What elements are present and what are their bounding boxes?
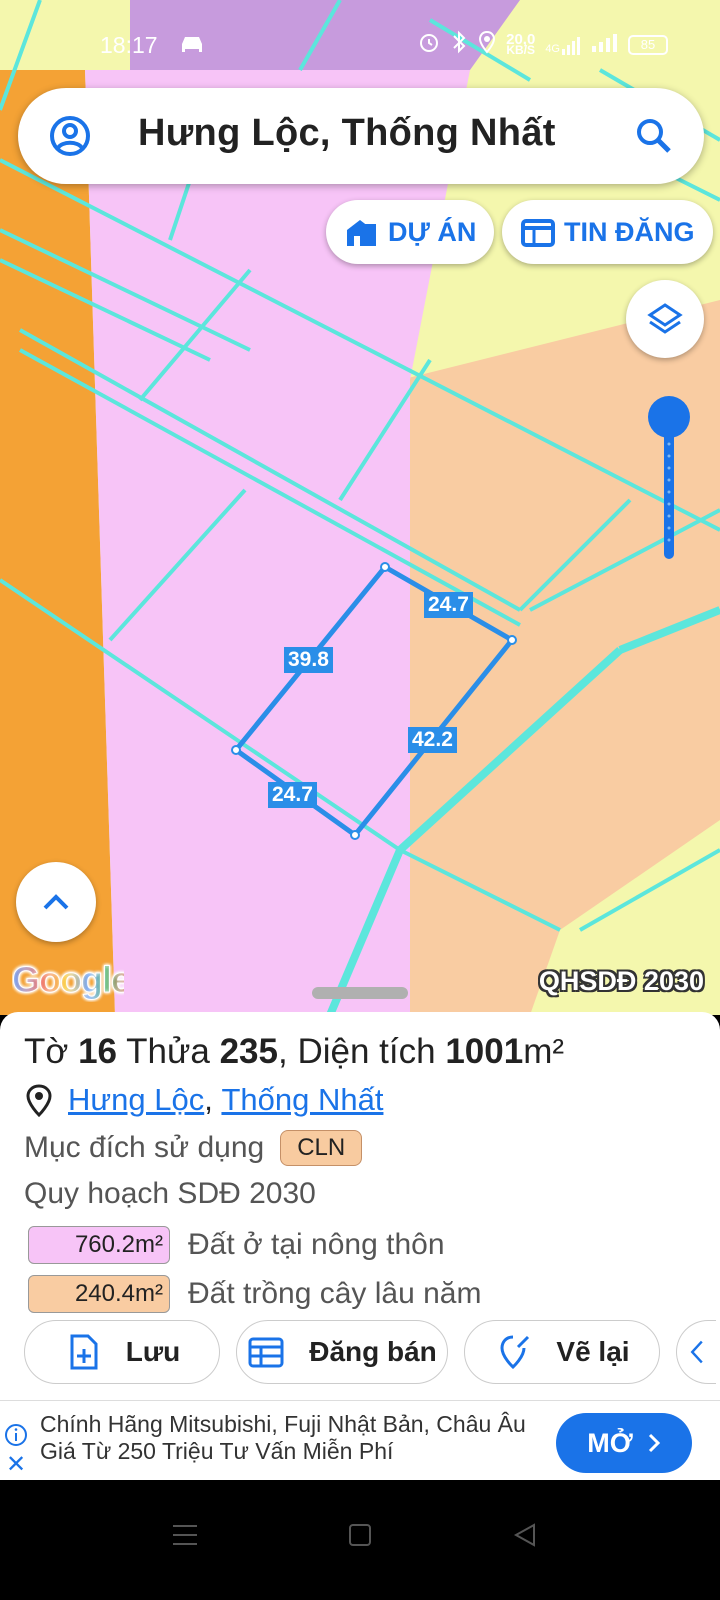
save-label: Lưu — [125, 1336, 181, 1367]
listing-chip-label: TIN ĐĂNG — [564, 216, 695, 247]
redraw-label: Vẽ lại — [556, 1336, 630, 1367]
save-button[interactable]: Lưu — [24, 1320, 220, 1384]
project-chip-label: DỰ ÁN — [388, 216, 477, 247]
lot-number: 235 — [219, 1032, 278, 1071]
zone-area: 240.4m² — [28, 1275, 170, 1313]
listing-chip[interactable]: TIN ĐĂNG — [502, 200, 713, 264]
back-icon[interactable] — [512, 1522, 538, 1548]
segment-label: 42.2 — [408, 727, 457, 753]
chevron-left-icon — [690, 1340, 703, 1364]
plan-label: Quy hoạch SDĐ 2030 — [24, 1177, 316, 1210]
sell-label: Đăng bán — [309, 1336, 437, 1367]
home-icon[interactable] — [348, 1522, 372, 1548]
alarm-icon — [418, 31, 440, 59]
zone-area: 760.2m² — [28, 1226, 170, 1264]
area-label: Diện tích — [297, 1032, 436, 1071]
chevron-up-icon — [43, 894, 69, 910]
bluetooth-icon — [450, 30, 468, 60]
listing-icon — [521, 219, 555, 247]
opacity-slider-thumb[interactable] — [648, 396, 690, 438]
chevron-right-icon — [648, 1433, 660, 1453]
listing-icon — [248, 1337, 284, 1368]
purpose-row: Mục đích sử dụng CLN — [24, 1130, 363, 1166]
user-icon[interactable] — [46, 112, 94, 160]
zone-row: 240.4m² Đất trồng cây lâu năm — [28, 1275, 481, 1313]
zone-row: 760.2m² Đất ở tại nông thôn — [28, 1226, 445, 1264]
ad-open-button[interactable]: MỞ — [556, 1413, 692, 1473]
sheet-number: 16 — [78, 1032, 118, 1071]
redraw-button[interactable]: Vẽ lại — [464, 1320, 660, 1384]
expand-button[interactable] — [16, 862, 96, 942]
segment-label: 24.7 — [268, 782, 317, 808]
map-pin-icon — [26, 1084, 52, 1117]
sheet-drag-handle[interactable] — [312, 987, 408, 999]
menu-icon[interactable] — [172, 1522, 198, 1548]
parcel-info-sheet: Tờ 16 Thửa 235, Diện tích 1001m² Hưng Lộ… — [0, 1012, 720, 1400]
search-bar[interactable]: Hưng Lộc, Thống Nhất — [18, 88, 704, 184]
layers-button[interactable] — [626, 280, 704, 358]
zone-label: Đất ở tại nông thôn — [188, 1228, 445, 1261]
segment-label: 39.8 — [284, 647, 333, 673]
location-icon — [478, 30, 496, 60]
ad-open-label: MỞ — [587, 1427, 633, 1458]
purpose-badge: CLN — [280, 1130, 363, 1166]
search-input[interactable]: Hưng Lộc, Thống Nhất — [138, 112, 556, 155]
speed-unit: KB/S — [506, 43, 536, 57]
purpose-label: Mục đích sử dụng — [24, 1131, 265, 1164]
status-bar: 18:17 20,0 KB/S 4G 85 — [0, 0, 720, 88]
sell-button[interactable]: Đăng bán — [236, 1320, 448, 1384]
svg-text:Google: Google — [12, 959, 124, 1000]
lot-label: Thửa — [126, 1032, 210, 1071]
building-icon — [347, 220, 376, 246]
more-actions-button[interactable] — [676, 1320, 716, 1384]
signal-4g-icon: 4G — [545, 35, 582, 55]
layers-icon — [647, 303, 683, 334]
ward-link[interactable]: Hưng Lộc — [68, 1082, 204, 1118]
parcel-title: Tờ 16 Thửa 235, Diện tích 1001m² — [24, 1032, 565, 1071]
search-icon[interactable] — [634, 116, 674, 156]
signal-icon — [592, 32, 618, 58]
sheet-label: Tờ — [24, 1032, 69, 1071]
car-icon — [178, 34, 206, 62]
action-row: Lưu Đăng bán Vẽ lại — [24, 1320, 716, 1384]
info-icon[interactable] — [4, 1423, 28, 1447]
close-icon[interactable]: ✕ — [6, 1453, 26, 1477]
system-nav-bar — [0, 1480, 720, 1600]
ad-banner[interactable]: ✕ Chính Hãng Mitsubishi, Fuji Nhật Bản, … — [0, 1400, 720, 1480]
project-chip[interactable]: DỰ ÁN — [326, 200, 495, 264]
area-unit: m² — [523, 1032, 565, 1071]
google-logo: Google — [12, 958, 132, 1012]
network-type: 4G — [545, 43, 560, 55]
draw-pin-icon — [500, 1335, 530, 1370]
map-layer-label: QHSDĐ 2030 — [538, 966, 704, 996]
ad-text: Chính Hãng Mitsubishi, Fuji Nhật Bản, Ch… — [40, 1411, 526, 1464]
zone-label: Đất trồng cây lâu năm — [188, 1277, 482, 1310]
area-value: 1001 — [445, 1032, 524, 1071]
battery-icon: 85 — [628, 35, 668, 55]
segment-label: 24.7 — [424, 592, 473, 618]
network-speed: 20,0 KB/S — [506, 32, 536, 57]
location-row: Hưng Lộc, Thống Nhất — [24, 1082, 383, 1118]
add-file-icon — [70, 1334, 98, 1370]
district-link[interactable]: Thống Nhất — [221, 1082, 383, 1118]
status-time: 18:17 — [100, 32, 158, 58]
